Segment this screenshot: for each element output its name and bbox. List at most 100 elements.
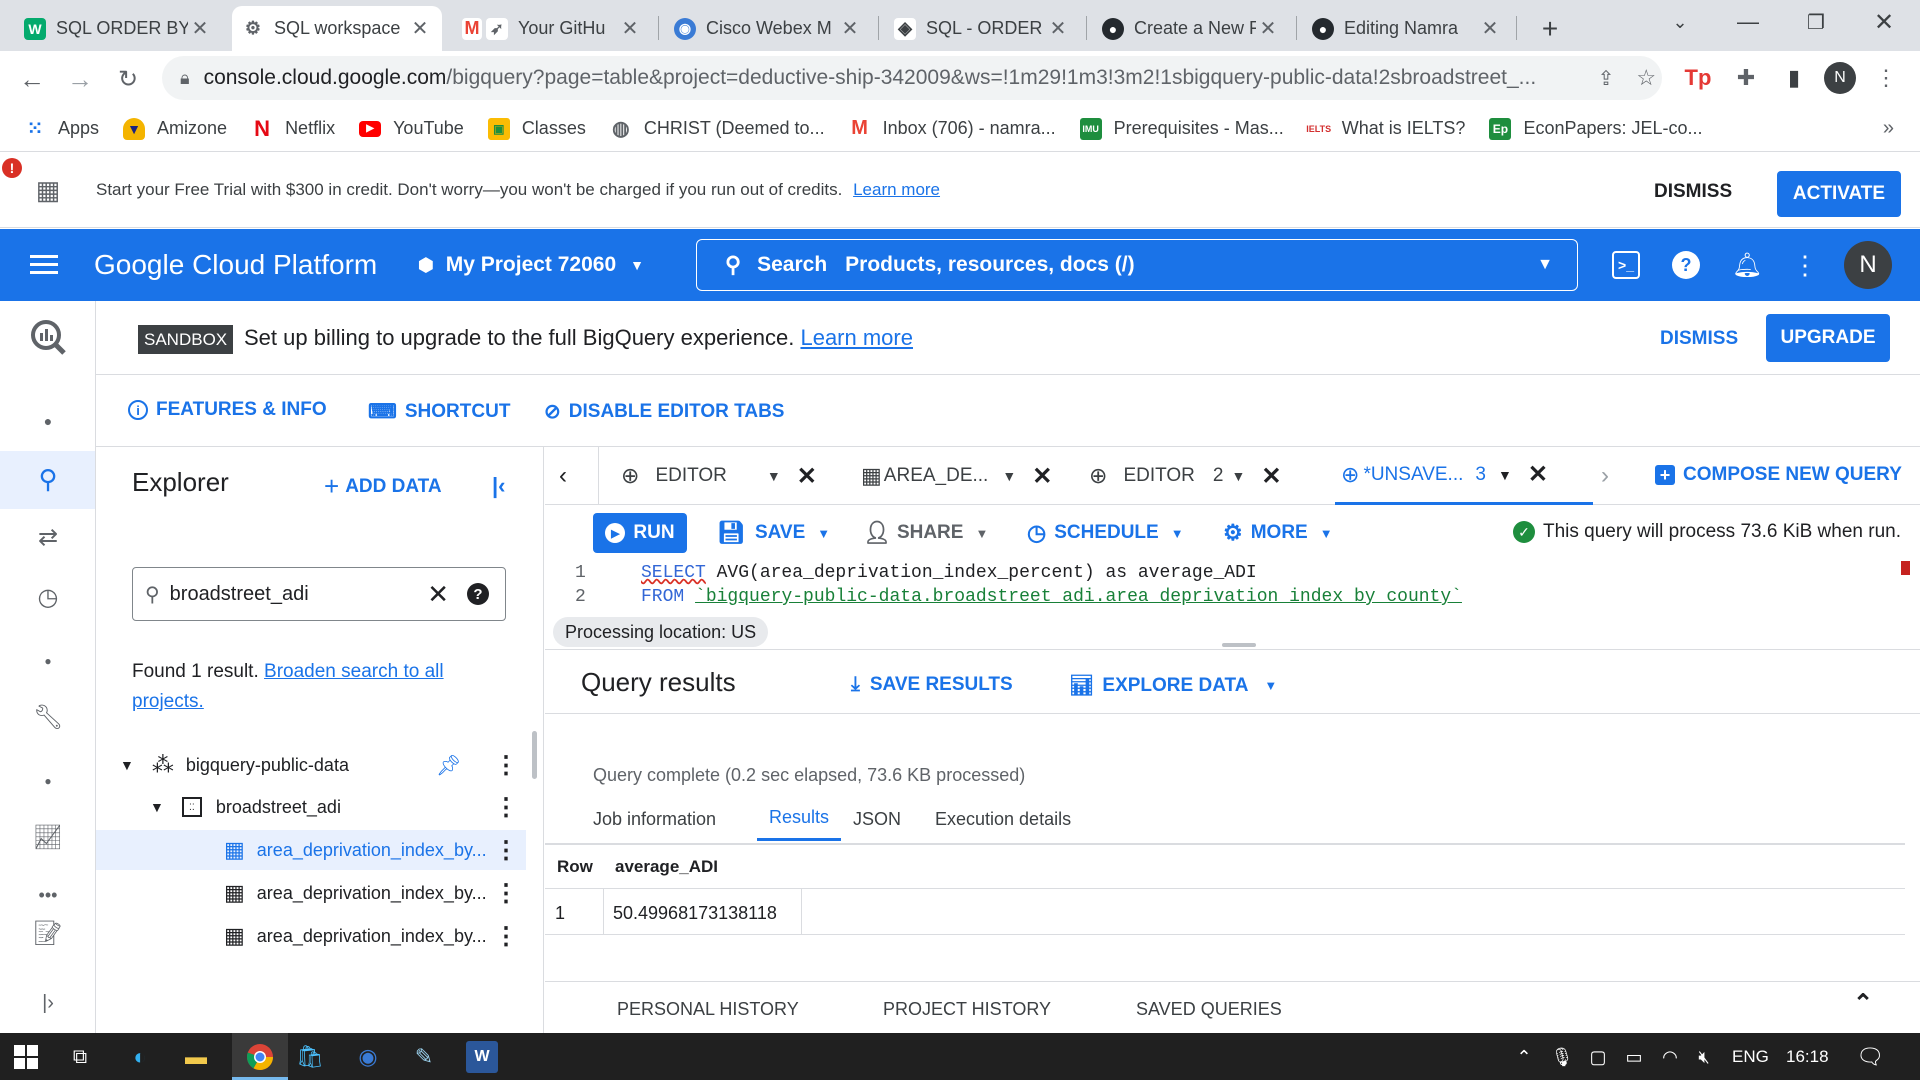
sql-editor[interactable]: 1 2 SELECT AVG(area_deprivation_index_pe… [545, 561, 1910, 613]
volume-muted-icon[interactable]: 🔇︎ [1688, 1041, 1720, 1073]
more-vert-icon[interactable]: ⋮ [1792, 249, 1818, 281]
pin-icon[interactable]: 📌︎ [436, 753, 461, 778]
search-icon[interactable]: ⚲ [28, 459, 68, 499]
broaden-search-link[interactable]: Broaden search to all [264, 661, 444, 682]
search-bar[interactable]: ⚲ Search Products, resources, docs (/) ▼ [696, 239, 1578, 291]
more-button[interactable]: ⚙ MORE ▼ [1223, 513, 1333, 553]
edge-icon[interactable]: ◐ [124, 1041, 156, 1073]
microphone-icon[interactable]: 🎙︎ [1546, 1041, 1578, 1073]
transfers-icon[interactable]: ⇄ [28, 517, 68, 557]
monitoring-chart-icon[interactable]: 📈︎ [28, 817, 68, 857]
explore-data-button[interactable]: 📊︎ EXPLORE DATA ▼ [1069, 673, 1277, 698]
file-explorer-icon[interactable]: ▬ [180, 1041, 212, 1073]
notifications-bell-icon[interactable]: 🔔︎ [1732, 249, 1762, 281]
show-hidden-icons[interactable]: ⌃ [1508, 1041, 1540, 1073]
schedule-button[interactable]: ◷ SCHEDULE ▼ [1027, 513, 1184, 553]
close-icon[interactable]: ✕ [1256, 16, 1280, 41]
explorer-scrollbar[interactable] [532, 731, 537, 779]
tree-item-table[interactable]: ▦ area_deprivation_index_by... ⋮ [96, 916, 526, 956]
tab-area-de[interactable]: ▦ AREA_DE... ▼ ✕ [861, 447, 1052, 505]
more-vert-icon[interactable]: ⋮ [494, 879, 518, 908]
clock-time[interactable]: 16:18 [1786, 1047, 1829, 1067]
word-icon[interactable]: W [466, 1041, 498, 1073]
tab-editor-1[interactable]: ⊕ EDITOR ▼ ✕ [621, 447, 817, 505]
close-icon[interactable]: ✕ [408, 16, 432, 41]
new-tab-button[interactable]: + [1528, 6, 1572, 51]
side-panel-icon[interactable]: ▮ [1776, 60, 1812, 96]
share-icon[interactable]: ⇪ [1598, 66, 1615, 91]
windows-start-icon[interactable] [10, 1041, 42, 1073]
shortcut-button[interactable]: ⌨ SHORTCUT [368, 399, 510, 424]
url-bar[interactable]: 🔒︎ console.cloud.google.com/bigquery?pag… [162, 56, 1662, 100]
saved-queries-tab[interactable]: SAVED QUERIES [1136, 999, 1282, 1020]
store-icon[interactable]: 🛍︎ [294, 1041, 326, 1073]
expand-history-icon[interactable]: ⌃ [1853, 989, 1873, 1018]
minimize-icon[interactable]: — [1720, 0, 1776, 44]
scheduled-queries-clock-icon[interactable]: ◷ [28, 577, 68, 617]
webex-icon[interactable]: ◉ [352, 1041, 384, 1073]
sandbox-dismiss-button[interactable]: DISMISS [1660, 319, 1738, 359]
forward-icon[interactable]: → [62, 61, 98, 97]
wifi-icon[interactable]: ◠ [1654, 1041, 1686, 1073]
wrench-icon[interactable]: 🔧︎ [28, 697, 68, 737]
bookmark-apps[interactable]: ⁙ Apps [24, 118, 99, 140]
gcp-logo-text[interactable]: Google Cloud Platform [94, 249, 377, 281]
explorer-search-input[interactable]: ⚲ broadstreet_adi ✕ ? [132, 567, 506, 621]
broaden-search-link[interactable]: projects. [132, 691, 204, 712]
tab-unsaved-active[interactable]: ⊕ *UNSAVE... 3 ▼ ✕ [1335, 447, 1593, 505]
json-tab[interactable]: JSON [853, 797, 901, 841]
tab-editor-2[interactable]: ⊕ EDITOR 2 ▼ ✕ [1089, 447, 1281, 505]
bigquery-logo-icon[interactable] [26, 315, 70, 359]
chevron-down-icon[interactable]: ▼ [1498, 467, 1512, 483]
close-icon[interactable]: ✕ [1032, 462, 1052, 491]
browser-menu-icon[interactable]: ⋮ [1872, 60, 1900, 96]
features-info-button[interactable]: i FEATURES & INFO [128, 399, 327, 421]
browser-tab-active[interactable]: ⚙ SQL workspace ✕ [232, 6, 442, 51]
close-icon[interactable]: ✕ [838, 16, 862, 41]
browser-tab[interactable]: ● Editing Namra ✕ [1302, 6, 1512, 51]
bookmark-netflix[interactable]: N Netflix [251, 116, 335, 141]
close-icon[interactable]: ✕ [797, 462, 817, 491]
result-cell[interactable]: 50.49968173138118 [613, 903, 777, 924]
bookmark-star-icon[interactable]: ☆ [1636, 65, 1656, 91]
bookmarks-overflow-icon[interactable]: » [1883, 117, 1894, 140]
chevron-down-icon[interactable]: ▼ [767, 468, 781, 484]
results-tab[interactable]: Results [757, 797, 842, 841]
resize-handle[interactable] [1222, 643, 1256, 647]
run-button[interactable]: ▶ RUN [593, 513, 687, 553]
activate-button[interactable]: ACTIVATE [1777, 171, 1901, 217]
save-results-button[interactable]: ⤓ SAVE RESULTS [851, 673, 1013, 696]
account-avatar[interactable]: N [1844, 241, 1892, 289]
project-history-tab[interactable]: PROJECT HISTORY [883, 999, 1051, 1020]
trial-learn-more-link[interactable]: Learn more [853, 180, 940, 199]
upgrade-button[interactable]: UPGRADE [1766, 314, 1890, 362]
trial-dismiss-button[interactable]: DISMISS [1654, 172, 1732, 212]
disable-editor-tabs-button[interactable]: ⊘ DISABLE EDITOR TABS [544, 399, 784, 424]
tabs-scroll-left-icon[interactable]: ‹ [559, 447, 567, 505]
browser-tab[interactable]: ◈ SQL - ORDER E ✕ [884, 6, 1080, 51]
close-icon[interactable]: ✕ [1261, 462, 1281, 491]
close-icon[interactable]: ✕ [1528, 460, 1548, 489]
more-vert-icon[interactable]: ⋮ [494, 793, 518, 822]
share-button[interactable]: 👤︎ SHARE ▼ [863, 513, 988, 553]
browser-tab[interactable]: ◉ Cisco Webex M ✕ [664, 6, 872, 51]
personal-history-tab[interactable]: PERSONAL HISTORY [617, 999, 799, 1020]
more-vert-icon[interactable]: ⋮ [494, 751, 518, 780]
bookmark-econpapers[interactable]: Ep EconPapers: JEL-co... [1489, 117, 1703, 140]
extension-tp-icon[interactable]: Tp [1680, 60, 1716, 96]
tab-search-icon[interactable]: ⌄ [1652, 0, 1708, 44]
execution-details-tab[interactable]: Execution details [935, 797, 1071, 841]
release-notes-icon[interactable]: 📝︎ [28, 913, 68, 953]
chrome-icon[interactable] [244, 1041, 276, 1073]
browser-tab[interactable]: W SQL ORDER BY ✕ [14, 6, 222, 51]
bookmark-amizone[interactable]: ▼ Amizone [123, 117, 227, 140]
more-horiz-icon[interactable]: ••• [28, 875, 68, 915]
help-icon[interactable]: ? [467, 583, 489, 605]
restore-icon[interactable]: ❐ [1788, 0, 1844, 44]
job-information-tab[interactable]: Job information [593, 797, 716, 841]
extensions-puzzle-icon[interactable]: ✚ [1728, 60, 1764, 96]
project-picker[interactable]: ⬢ My Project 72060 ▼ [418, 249, 644, 281]
battery-icon[interactable]: ▭ [1618, 1041, 1650, 1073]
close-icon[interactable]: ✕ [1478, 16, 1502, 41]
task-view-icon[interactable]: ⧉ [64, 1041, 96, 1073]
